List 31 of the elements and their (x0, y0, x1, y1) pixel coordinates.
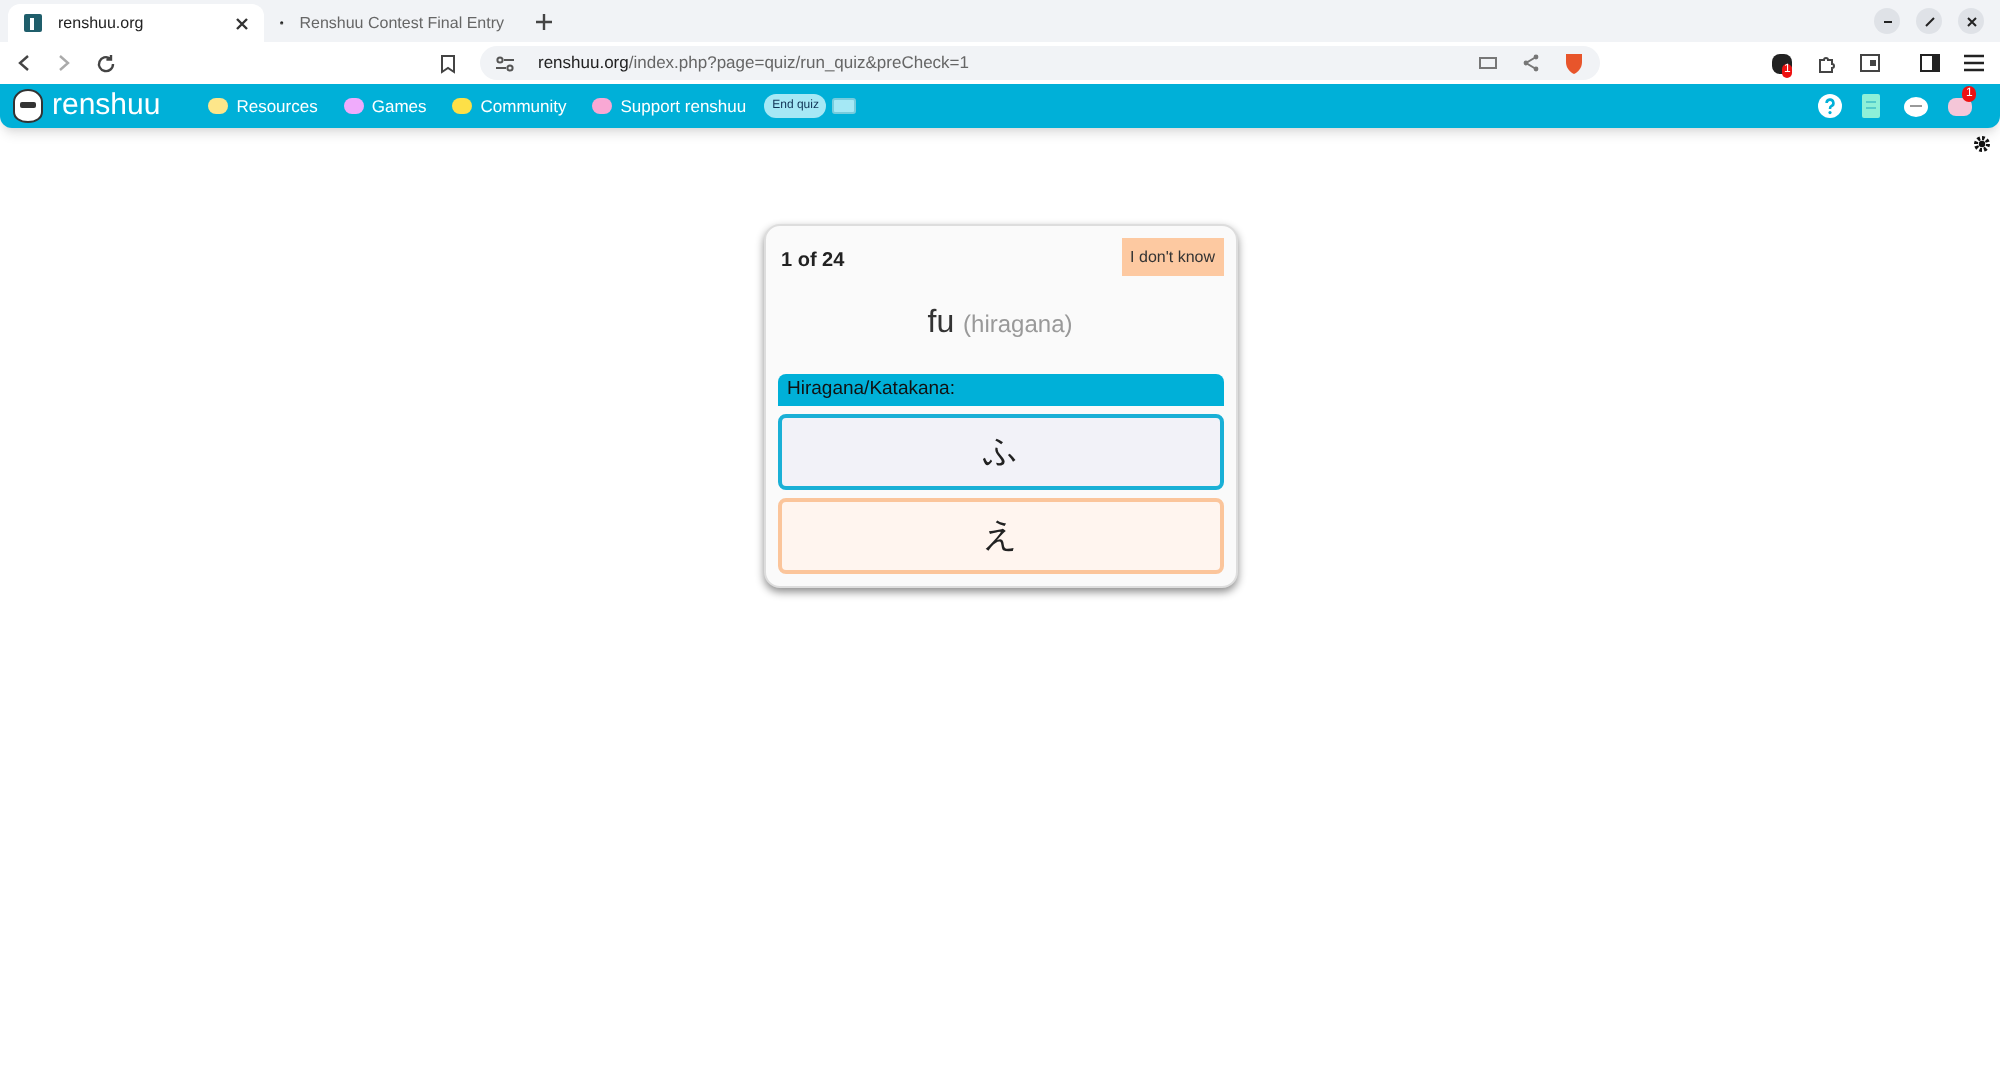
help-icon[interactable] (1818, 94, 1842, 118)
new-tab-icon[interactable] (536, 13, 552, 29)
answer-option[interactable]: え (777, 498, 1223, 574)
address-bar[interactable]: renshuu.org/index.php?page=quiz/run_quiz&preCheck=1 (480, 46, 1600, 80)
answer-option[interactable]: ふ (777, 414, 1223, 490)
close-window-icon[interactable] (1958, 8, 1984, 34)
prompt-text: fu (927, 306, 955, 340)
minimize-window-icon[interactable] (1874, 8, 1900, 34)
browser-tab[interactable]: renshuu.org (8, 4, 264, 42)
restore-window-icon[interactable] (1916, 8, 1942, 34)
url-text: renshuu.org/index.php?page=quiz/run_quiz&preCheck=1 (538, 50, 971, 76)
chat-icon[interactable] (1904, 95, 1928, 117)
cast-icon[interactable] (1478, 55, 1498, 71)
reload-icon[interactable] (96, 53, 116, 73)
browser-tab[interactable]: Renshuu Contest Final Entry (264, 4, 520, 42)
shield-icon[interactable] (1564, 52, 1584, 74)
progress-text: 1 of 24 (781, 248, 845, 276)
settings-icon[interactable] (1974, 136, 1990, 152)
bookmark-icon[interactable] (440, 53, 456, 73)
prompt-hint: (hiragana) (963, 310, 1073, 338)
section-header: Hiragana/Katakana: (777, 374, 1223, 406)
extension-icon[interactable] (1772, 53, 1792, 73)
share-icon[interactable] (1522, 54, 1540, 72)
puzzle-icon[interactable] (1816, 53, 1836, 73)
dont-know-button[interactable]: I don't know (1122, 238, 1223, 276)
back-icon[interactable] (16, 54, 32, 72)
sidebar-icon[interactable] (1920, 54, 1940, 72)
menu-icon[interactable] (1964, 54, 1984, 72)
mascot-icon (10, 88, 46, 124)
close-tab-icon[interactable] (236, 17, 248, 29)
site-settings-icon[interactable] (496, 55, 514, 71)
